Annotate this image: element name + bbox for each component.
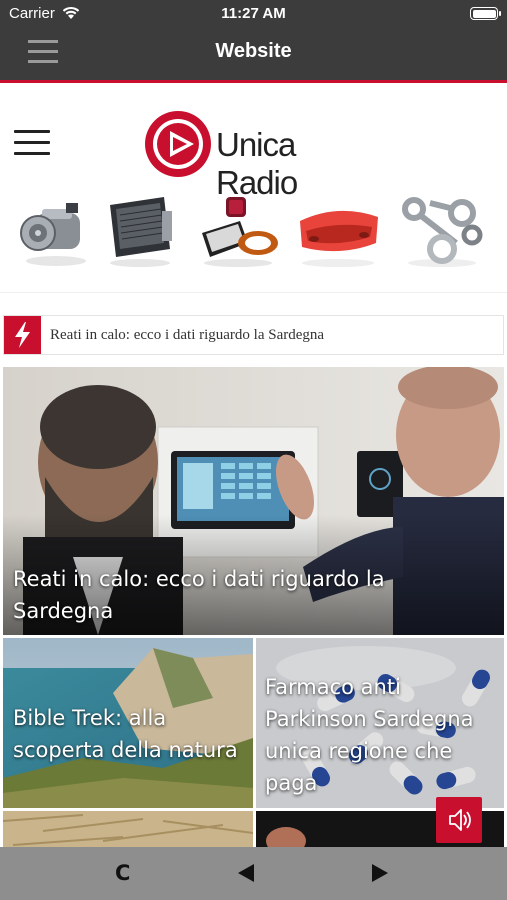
sound-toggle-button[interactable] — [436, 797, 482, 843]
ac-compressor-icon[interactable] — [14, 191, 98, 271]
article-card-farmaco[interactable]: Farmaco anti Parkinson Sardegna unica re… — [256, 638, 504, 808]
lightning-icon — [15, 322, 30, 348]
nav-title: Website — [215, 40, 292, 62]
article-card-bible-trek[interactable]: Bible Trek: alla scoperta della natura — [3, 638, 253, 808]
forward-arrow-icon[interactable] — [368, 861, 392, 885]
straw-photo — [3, 811, 253, 851]
hero-article[interactable]: Reati in calo: ecco i dati riguardo la S… — [3, 367, 504, 635]
app-screen: Carrier 11:27 AM Website Unica Radio Rea… — [0, 0, 507, 900]
ticker-badge — [4, 316, 41, 354]
site-logo[interactable]: Unica Radio — [142, 108, 382, 201]
farmaco-headline: Farmaco anti Parkinson Sardegna unica re… — [265, 675, 474, 795]
hero-headline: Reati in calo: ecco i dati riguardo la S… — [13, 567, 385, 623]
reload-button[interactable]: C — [110, 860, 136, 886]
back-arrow-icon[interactable] — [234, 861, 258, 885]
article-card-partial-left[interactable] — [3, 811, 253, 851]
bumper-icon[interactable] — [296, 191, 380, 271]
browser-toolbar: C — [0, 847, 507, 900]
site-header: Unica Radio — [0, 83, 507, 293]
trek-headline: Bible Trek: alla scoperta della natura — [13, 706, 238, 762]
speaker-icon — [449, 809, 471, 831]
status-bar: Carrier 11:27 AM — [0, 0, 507, 28]
product-strip — [0, 191, 507, 281]
ticker-headline: Reati in calo: ecco i dati riguardo la S… — [50, 327, 325, 343]
radiator-icon[interactable] — [98, 191, 182, 271]
battery-icon — [470, 7, 501, 20]
navigation-bar: Carrier 11:27 AM Website — [0, 0, 507, 80]
reload-label: C — [115, 861, 131, 885]
news-ticker[interactable]: Reati in calo: ecco i dati riguardo la S… — [3, 315, 504, 355]
connecting-rods-icon[interactable] — [400, 191, 484, 271]
site-menu-button[interactable] — [14, 130, 50, 156]
clock-label: 11:27 AM — [221, 5, 286, 22]
play-logo-icon — [145, 111, 211, 177]
air-filters-icon[interactable] — [196, 191, 280, 271]
